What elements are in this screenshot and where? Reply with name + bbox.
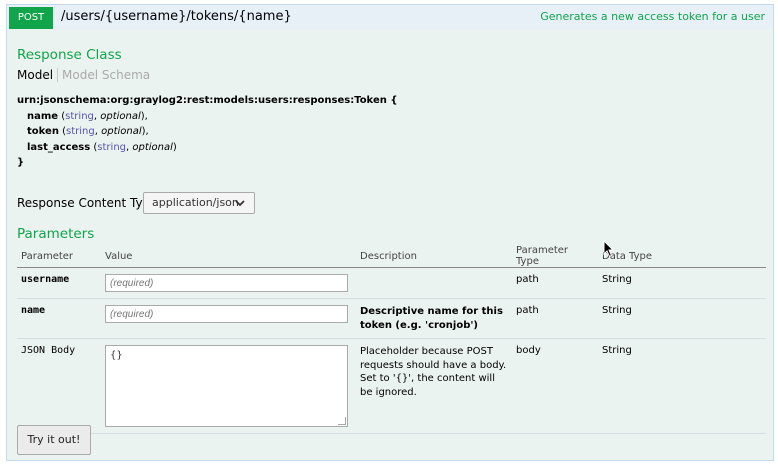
parameters-table: Parameter Value Description Parameter Ty… (17, 245, 766, 434)
param-description (356, 267, 512, 299)
model-closing-brace: } (17, 157, 25, 168)
response-class-heading: Response Class (17, 47, 122, 63)
param-value-cell (101, 267, 356, 299)
table-row: name Descriptive name for this token (e.… (17, 298, 766, 339)
param-type: body (512, 338, 598, 434)
http-method-badge[interactable]: POST (9, 7, 53, 29)
operation-summary[interactable]: Generates a new access token for a user (540, 8, 765, 26)
response-content-type-select[interactable]: application/json (143, 192, 255, 214)
param-value-cell: {} (101, 338, 356, 434)
username-input[interactable] (105, 274, 348, 292)
column-header-description: Description (356, 245, 512, 268)
param-type: path (512, 267, 598, 299)
column-header-value: Value (101, 245, 356, 268)
data-type: String (598, 338, 766, 434)
tab-model[interactable]: Model (17, 68, 59, 82)
column-header-parameter-type: Parameter Type (512, 245, 598, 268)
param-name: username (17, 267, 101, 299)
selected-content-type: application/json (152, 196, 239, 209)
operation-panel: POST /users/{username}/tokens/{name} Gen… (6, 4, 774, 461)
json-body-value: {} (110, 350, 123, 361)
param-name: JSON Body (17, 338, 101, 434)
table-row: JSON Body {} Placeholder because POST re… (17, 338, 766, 434)
resize-grip-icon[interactable] (338, 417, 346, 425)
model-tabs: Model Model Schema (17, 67, 150, 83)
endpoint-path[interactable]: /users/{username}/tokens/{name} (61, 7, 292, 27)
column-header-data-type: Data Type (598, 245, 766, 268)
parameters-heading: Parameters (17, 226, 95, 242)
param-description: Descriptive name for this token (e.g. 'c… (356, 298, 512, 339)
model-property: token (string, optional), (27, 126, 149, 137)
mouse-pointer-icon (603, 240, 615, 258)
token-name-input[interactable] (105, 305, 348, 323)
param-description: Placeholder because POST requests should… (356, 338, 512, 434)
column-header-parameter: Parameter (17, 245, 101, 268)
model-signature: urn:jsonschema:org:graylog2:rest:models:… (17, 93, 397, 171)
json-body-textarea[interactable]: {} (105, 345, 348, 427)
response-content-type-label: Response Content Type (17, 196, 158, 210)
table-row: username path String (17, 267, 766, 299)
operation-header[interactable]: POST /users/{username}/tokens/{name} Gen… (7, 5, 773, 29)
data-type: String (598, 298, 766, 339)
try-it-out-button[interactable]: Try it out! (17, 425, 91, 455)
data-type: String (598, 267, 766, 299)
model-property: last_access (string, optional) (27, 141, 177, 153)
model-property: name (string, optional), (27, 110, 148, 122)
tab-model-schema[interactable]: Model Schema (58, 68, 150, 82)
chevron-down-icon (234, 193, 246, 219)
param-name: name (17, 298, 101, 339)
param-value-cell (101, 298, 356, 339)
model-signature-title: urn:jsonschema:org:graylog2:rest:models:… (17, 95, 398, 106)
param-type: path (512, 298, 598, 339)
table-header-row: Parameter Value Description Parameter Ty… (17, 245, 766, 268)
